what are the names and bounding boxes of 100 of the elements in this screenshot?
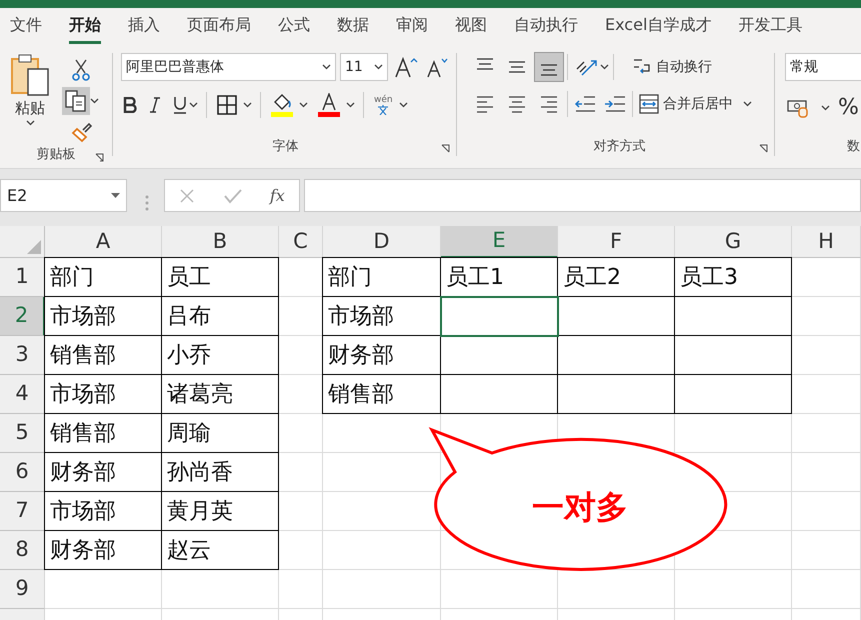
blank-cell[interactable] <box>675 297 792 336</box>
row-header[interactable]: 9 <box>0 570 45 609</box>
borders-button[interactable] <box>215 93 239 117</box>
table-cell[interactable]: 吕布 <box>162 297 279 336</box>
caret-icon[interactable] <box>743 101 752 107</box>
column-header[interactable]: G <box>675 226 792 258</box>
table-cell[interactable]: 小乔 <box>162 336 279 375</box>
table-cell[interactable]: 销售部 <box>44 414 162 453</box>
caret-icon[interactable] <box>189 102 198 108</box>
blank-cell[interactable] <box>558 297 675 336</box>
blank-cell[interactable] <box>558 336 675 375</box>
ribbon-tab[interactable]: 数据 <box>337 13 369 40</box>
caret-icon[interactable] <box>374 64 383 70</box>
caret-icon[interactable] <box>90 98 99 104</box>
align-lines-icon <box>540 64 558 76</box>
dialog-launcher-icon[interactable] <box>441 144 450 153</box>
caret-icon[interactable] <box>821 104 830 110</box>
phonetic-button[interactable]: wén <box>372 94 395 116</box>
table-cell[interactable]: 黄月英 <box>162 492 279 531</box>
row-header[interactable]: 8 <box>0 531 45 570</box>
table-cell[interactable]: 员工1 <box>441 257 558 297</box>
paste-button[interactable]: 粘贴 <box>6 53 54 126</box>
row-header[interactable]: 2 <box>0 297 45 336</box>
table-cell[interactable]: 财务部 <box>322 336 441 375</box>
close-icon <box>179 188 196 204</box>
column-header[interactable]: H <box>792 226 861 258</box>
dialog-launcher-icon[interactable] <box>759 144 768 153</box>
row-header[interactable]: 4 <box>0 375 45 414</box>
column-header[interactable]: B <box>162 226 279 258</box>
table-cell[interactable]: 诸葛亮 <box>162 375 279 414</box>
caret-icon[interactable] <box>299 102 308 108</box>
caret-icon[interactable] <box>346 102 355 108</box>
table-cell[interactable]: 市场部 <box>44 297 162 336</box>
column-header[interactable]: D <box>323 226 441 258</box>
blank-cell[interactable] <box>441 375 558 414</box>
blank-cell[interactable] <box>675 336 792 375</box>
caret-icon[interactable] <box>243 102 252 108</box>
font-size-dropdown[interactable]: 11 <box>340 53 388 81</box>
insert-function-button[interactable]: fx <box>268 182 287 210</box>
ribbon-tab[interactable]: 公式 <box>278 13 310 40</box>
table-cell[interactable]: 部门 <box>44 257 162 297</box>
table-cell[interactable]: 市场部 <box>44 375 162 414</box>
ribbon-tab[interactable]: 文件 <box>10 13 42 40</box>
ribbon-tab[interactable]: 视图 <box>455 13 487 40</box>
table-cell[interactable]: 市场部 <box>322 297 441 336</box>
row-header[interactable]: 6 <box>0 453 45 492</box>
row-header[interactable]: 7 <box>0 492 45 531</box>
number-format-dropdown[interactable]: 常规 <box>785 53 861 81</box>
column-header[interactable]: C <box>279 226 323 258</box>
caret-icon[interactable] <box>26 120 34 126</box>
column-header[interactable]: F <box>558 226 675 258</box>
group-label: 数 <box>847 138 860 154</box>
table-cell[interactable]: 销售部 <box>44 336 162 375</box>
ribbon-tab[interactable]: 页面布局 <box>187 13 251 40</box>
ribbon-tab[interactable]: 审阅 <box>396 13 428 40</box>
copy-button[interactable] <box>62 87 90 115</box>
align-bottom-button[interactable] <box>535 53 563 81</box>
align-lines-icon <box>508 61 526 73</box>
row-header[interactable]: 1 <box>0 258 45 297</box>
caret-icon[interactable] <box>600 64 609 70</box>
table-cell[interactable]: 财务部 <box>44 453 162 492</box>
dialog-launcher-icon[interactable] <box>95 152 104 162</box>
ribbon-tab[interactable]: 插入 <box>128 13 160 40</box>
caret-icon[interactable] <box>398 102 408 108</box>
callout-text: 一对多 <box>532 488 628 526</box>
table-cell[interactable]: 员工3 <box>675 257 792 297</box>
table-cell[interactable]: 员工 <box>162 257 279 297</box>
font-name-dropdown[interactable]: 阿里巴巴普惠体 <box>121 53 336 81</box>
ribbon-tab[interactable]: Excel自学成才 <box>605 13 712 40</box>
caret-icon[interactable] <box>322 64 331 70</box>
font-color-button[interactable] <box>316 91 342 119</box>
wrap-text-button[interactable]: 自动换行 <box>630 54 714 80</box>
table-cell[interactable]: 销售部 <box>322 375 441 414</box>
table-cell[interactable]: 市场部 <box>44 492 162 531</box>
table-cell[interactable]: 员工2 <box>558 257 675 297</box>
table-cell[interactable]: 赵云 <box>162 531 279 570</box>
cell-cursor[interactable] <box>441 297 558 336</box>
brush-icon <box>70 121 92 143</box>
column-header[interactable]: E <box>441 226 558 258</box>
table-cell[interactable]: 财务部 <box>44 531 162 570</box>
blank-cell[interactable] <box>675 375 792 414</box>
underline-button[interactable] <box>171 94 189 116</box>
font-color-icon <box>318 93 340 117</box>
blank-cell[interactable] <box>558 375 675 414</box>
italic-button[interactable] <box>147 95 163 115</box>
ribbon-tab[interactable]: 开发工具 <box>738 13 802 40</box>
bold-button[interactable] <box>121 95 139 115</box>
table-cell[interactable]: 周瑜 <box>162 414 279 453</box>
table-cell[interactable]: 孙尚香 <box>162 453 279 492</box>
blank-cell[interactable] <box>441 336 558 375</box>
bold-icon <box>123 97 137 113</box>
ribbon-tab[interactable]: 自动执行 <box>514 13 578 40</box>
merge-center-button[interactable]: 合并后居中 <box>637 92 735 116</box>
formula-input[interactable] <box>304 179 861 212</box>
row-header[interactable]: 5 <box>0 414 45 453</box>
column-header[interactable]: A <box>45 226 162 258</box>
table-cell[interactable]: 部门 <box>322 257 441 297</box>
row-header[interactable]: 3 <box>0 336 45 375</box>
percent-button[interactable]: % <box>838 91 859 124</box>
name-box[interactable]: E2 <box>0 179 127 212</box>
